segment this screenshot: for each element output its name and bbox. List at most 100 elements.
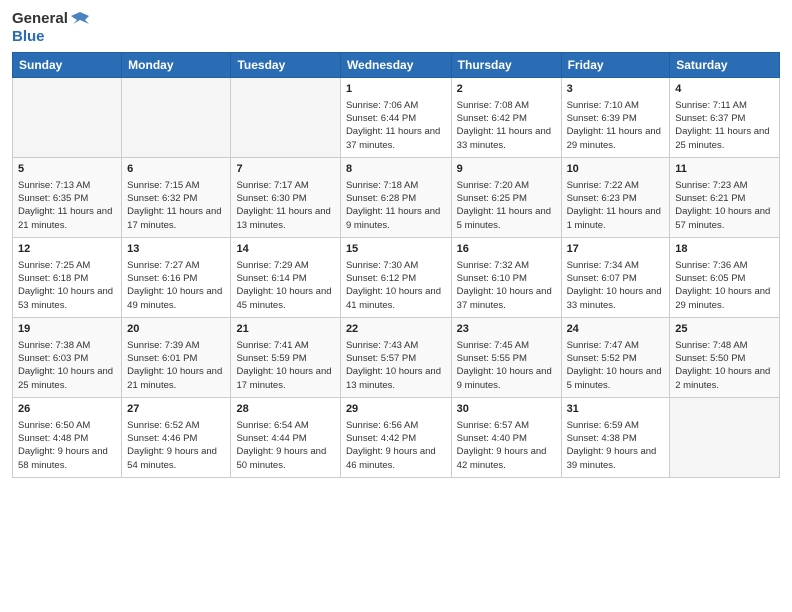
day-number: 5: [18, 162, 116, 177]
calendar-cell: 30Sunrise: 6:57 AMSunset: 4:40 PMDayligh…: [451, 398, 561, 478]
logo-bird-icon: [71, 10, 89, 28]
calendar-cell: 9 Sunrise: 7:20 AMSunset: 6:25 PMDaylight…: [451, 158, 561, 238]
day-info: Sunrise: 7:38 AMSunset: 6:03 PMDaylight:…: [18, 339, 116, 392]
calendar-cell: 29 Sunrise: 6:56 AMSunset: 4:42 PMDayligh…: [340, 398, 451, 478]
day-number: 13: [127, 242, 225, 257]
day-number: 24: [567, 322, 665, 337]
calendar-cell: [122, 78, 231, 158]
calendar-cell: 18Sunrise: 7:36 AMSunset: 6:05 PMDayligh…: [670, 238, 780, 318]
day-number: 18: [675, 242, 774, 257]
day-number: 16: [457, 242, 556, 257]
calendar-week-2: 5 Sunrise: 7:13 AMSunset: 6:35 PMDaylight…: [13, 158, 780, 238]
calendar-cell: 22 Sunrise: 7:43 AMSunset: 5:57 PMDayligh…: [340, 318, 451, 398]
day-number: 29: [346, 402, 446, 417]
day-number: 10: [567, 162, 665, 177]
calendar-cell: 6 Sunrise: 7:15 AMSunset: 6:32 PMDaylight…: [122, 158, 231, 238]
day-number: 21: [236, 322, 334, 337]
calendar-cell: 5 Sunrise: 7:13 AMSunset: 6:35 PMDaylight…: [13, 158, 122, 238]
day-info: Sunrise: 6:54 AMSunset: 4:44 PMDaylight:…: [236, 419, 334, 472]
day-info: Sunrise: 6:59 AMSunset: 4:38 PMDaylight:…: [567, 419, 665, 472]
day-number: 30: [457, 402, 556, 417]
day-number: 27: [127, 402, 225, 417]
calendar-cell: 26 Sunrise: 6:50 AMSunset: 4:48 PMDayligh…: [13, 398, 122, 478]
calendar-cell: 8 Sunrise: 7:18 AMSunset: 6:28 PMDaylight…: [340, 158, 451, 238]
day-info: Sunrise: 7:25 AMSunset: 6:18 PMDaylight:…: [18, 259, 116, 312]
day-number: 6: [127, 162, 225, 177]
header: General Blue: [12, 10, 780, 46]
weekday-header-row: SundayMondayTuesdayWednesdayThursdayFrid…: [13, 53, 780, 78]
calendar-cell: 1Sunrise: 7:06 AMSunset: 6:44 PMDaylight…: [340, 78, 451, 158]
day-info: Sunrise: 7:34 AMSunset: 6:07 PMDaylight:…: [567, 259, 665, 312]
logo: General Blue: [12, 10, 89, 46]
calendar-cell: [231, 78, 340, 158]
day-info: Sunrise: 7:23 AMSunset: 6:21 PMDaylight:…: [675, 179, 774, 232]
weekday-header-thursday: Thursday: [451, 53, 561, 78]
calendar-cell: 31 Sunrise: 6:59 AMSunset: 4:38 PMDayligh…: [561, 398, 670, 478]
calendar-week-4: 19Sunrise: 7:38 AMSunset: 6:03 PMDayligh…: [13, 318, 780, 398]
calendar-cell: 16 Sunrise: 7:32 AMSunset: 6:10 PMDayligh…: [451, 238, 561, 318]
day-info: Sunrise: 7:10 AMSunset: 6:39 PMDaylight:…: [567, 99, 665, 152]
logo-text-general: General: [12, 10, 68, 28]
day-number: 9: [457, 162, 556, 177]
calendar-cell: 13 Sunrise: 7:27 AMSunset: 6:16 PMDayligh…: [122, 238, 231, 318]
calendar-cell: 12 Sunrise: 7:25 AMSunset: 6:18 PMDayligh…: [13, 238, 122, 318]
day-number: 17: [567, 242, 665, 257]
weekday-header-wednesday: Wednesday: [340, 53, 451, 78]
calendar-cell: 25Sunrise: 7:48 AMSunset: 5:50 PMDayligh…: [670, 318, 780, 398]
day-info: Sunrise: 7:22 AMSunset: 6:23 PMDaylight:…: [567, 179, 665, 232]
day-info: Sunrise: 7:30 AMSunset: 6:12 PMDaylight:…: [346, 259, 446, 312]
day-info: Sunrise: 7:18 AMSunset: 6:28 PMDaylight:…: [346, 179, 446, 232]
day-number: 7: [236, 162, 334, 177]
weekday-header-saturday: Saturday: [670, 53, 780, 78]
calendar-cell: 14 Sunrise: 7:29 AMSunset: 6:14 PMDayligh…: [231, 238, 340, 318]
day-number: 12: [18, 242, 116, 257]
calendar-cell: 3Sunrise: 7:10 AMSunset: 6:39 PMDaylight…: [561, 78, 670, 158]
calendar-cell: 19Sunrise: 7:38 AMSunset: 6:03 PMDayligh…: [13, 318, 122, 398]
calendar-cell: 4Sunrise: 7:11 AMSunset: 6:37 PMDaylight…: [670, 78, 780, 158]
day-number: 26: [18, 402, 116, 417]
day-number: 23: [457, 322, 556, 337]
day-number: 11: [675, 162, 774, 177]
day-info: Sunrise: 7:13 AMSunset: 6:35 PMDaylight:…: [18, 179, 116, 232]
calendar-cell: 7 Sunrise: 7:17 AMSunset: 6:30 PMDaylight…: [231, 158, 340, 238]
day-info: Sunrise: 7:20 AMSunset: 6:25 PMDaylight:…: [457, 179, 556, 232]
day-number: 14: [236, 242, 334, 257]
calendar-table: SundayMondayTuesdayWednesdayThursdayFrid…: [12, 52, 780, 478]
calendar-cell: 23 Sunrise: 7:45 AMSunset: 5:55 PMDayligh…: [451, 318, 561, 398]
day-info: Sunrise: 7:08 AMSunset: 6:42 PMDaylight:…: [457, 99, 556, 152]
calendar-cell: [670, 398, 780, 478]
calendar-cell: [13, 78, 122, 158]
logo-text-blue: Blue: [12, 28, 89, 46]
calendar-week-3: 12 Sunrise: 7:25 AMSunset: 6:18 PMDayligh…: [13, 238, 780, 318]
calendar-cell: 11 Sunrise: 7:23 AMSunset: 6:21 PMDayligh…: [670, 158, 780, 238]
day-number: 8: [346, 162, 446, 177]
day-info: Sunrise: 7:27 AMSunset: 6:16 PMDaylight:…: [127, 259, 225, 312]
calendar-cell: 28Sunrise: 6:54 AMSunset: 4:44 PMDayligh…: [231, 398, 340, 478]
calendar-cell: 21Sunrise: 7:41 AMSunset: 5:59 PMDayligh…: [231, 318, 340, 398]
day-info: Sunrise: 6:50 AMSunset: 4:48 PMDaylight:…: [18, 419, 116, 472]
calendar-week-5: 26 Sunrise: 6:50 AMSunset: 4:48 PMDayligh…: [13, 398, 780, 478]
day-info: Sunrise: 7:29 AMSunset: 6:14 PMDaylight:…: [236, 259, 334, 312]
weekday-header-sunday: Sunday: [13, 53, 122, 78]
page-container: General Blue SundayMondayTuesdayWednesda…: [0, 0, 792, 486]
day-number: 20: [127, 322, 225, 337]
calendar-cell: 24 Sunrise: 7:47 AMSunset: 5:52 PMDayligh…: [561, 318, 670, 398]
day-info: Sunrise: 7:45 AMSunset: 5:55 PMDaylight:…: [457, 339, 556, 392]
logo-text: General Blue: [12, 10, 89, 46]
day-info: Sunrise: 7:32 AMSunset: 6:10 PMDaylight:…: [457, 259, 556, 312]
day-number: 31: [567, 402, 665, 417]
day-number: 22: [346, 322, 446, 337]
calendar-week-1: 1Sunrise: 7:06 AMSunset: 6:44 PMDaylight…: [13, 78, 780, 158]
calendar-cell: 10 Sunrise: 7:22 AMSunset: 6:23 PMDayligh…: [561, 158, 670, 238]
weekday-header-monday: Monday: [122, 53, 231, 78]
day-info: Sunrise: 7:15 AMSunset: 6:32 PMDaylight:…: [127, 179, 225, 232]
weekday-header-friday: Friday: [561, 53, 670, 78]
day-info: Sunrise: 7:43 AMSunset: 5:57 PMDaylight:…: [346, 339, 446, 392]
day-number: 25: [675, 322, 774, 337]
day-info: Sunrise: 6:56 AMSunset: 4:42 PMDaylight:…: [346, 419, 446, 472]
day-info: Sunrise: 6:52 AMSunset: 4:46 PMDaylight:…: [127, 419, 225, 472]
day-number: 15: [346, 242, 446, 257]
calendar-cell: 2Sunrise: 7:08 AMSunset: 6:42 PMDaylight…: [451, 78, 561, 158]
day-info: Sunrise: 7:47 AMSunset: 5:52 PMDaylight:…: [567, 339, 665, 392]
day-info: Sunrise: 7:17 AMSunset: 6:30 PMDaylight:…: [236, 179, 334, 232]
